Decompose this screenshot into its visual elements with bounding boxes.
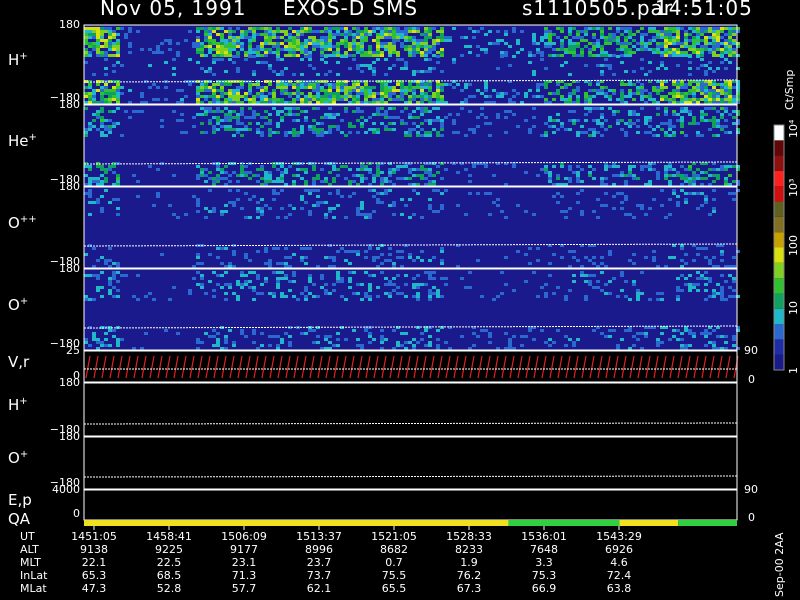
table-cell: 4.6 (610, 556, 628, 569)
panel-label-v_r: V,r (8, 352, 30, 371)
table-cell: 1513:37 (296, 530, 342, 543)
table-cell: 3.3 (535, 556, 553, 569)
table-cell: 62.1 (306, 582, 332, 595)
table-cell: 7648 (530, 543, 558, 556)
tick-top-h_plus_2: 180 (59, 376, 80, 389)
table-cell: 66.9 (531, 582, 557, 595)
panel-bg-o_plus (84, 269, 737, 350)
tick-top-o_plus: 180 (59, 262, 80, 275)
right-tick-top-e_p: 90 (744, 483, 758, 496)
table-cell: 1.9 (460, 556, 478, 569)
colorbar-swatch-12 (774, 170, 784, 187)
colorbar-swatch-0 (774, 354, 784, 370)
table-cell: 9225 (155, 543, 183, 556)
table-cell: 22.5 (156, 556, 182, 569)
panel-label-o_plus_2: O+ (8, 449, 29, 467)
table-cell: 6926 (605, 543, 633, 556)
tick-bottom-e_p: 0 (73, 507, 80, 520)
table-cell: 71.3 (231, 569, 257, 582)
table-cell: 1521:05 (371, 530, 417, 543)
table-row-label: ALT (20, 543, 39, 556)
table-cell: 63.8 (606, 582, 632, 595)
panel-bg-h_plus_2 (84, 383, 737, 436)
qa-segment-3 (678, 520, 737, 526)
right-tick-top-v_r: 90 (744, 344, 758, 357)
colorbar-swatch-8 (774, 232, 784, 248)
panel-label-e_p: E,p (8, 491, 32, 509)
table-cell: 1528:33 (446, 530, 492, 543)
panel-label-o_plus: O+ (8, 295, 29, 314)
table-cell: 57.7 (231, 582, 257, 595)
colorbar-unit-label: Ct/Smp (783, 69, 796, 110)
table-cell: 8996 (305, 543, 333, 556)
table-cell: 1506:09 (221, 530, 267, 543)
tick-top-he_plus: 180 (59, 98, 80, 111)
table-cell: 0.7 (385, 556, 403, 569)
colorbar-swatch-9 (774, 216, 784, 233)
colorbar-swatch-11 (774, 186, 784, 202)
tick-top-e_p: 4000 (52, 483, 80, 496)
colorbar-swatch-4 (774, 293, 784, 309)
footer-vertical-text: Sep-00 2AA (773, 532, 786, 597)
table-row-label: InLat (20, 569, 48, 582)
table-cell: 75.5 (381, 569, 407, 582)
table-cell: 8682 (380, 543, 408, 556)
colorbar-tick-label: 10⁴ (787, 119, 800, 138)
colorbar-swatch-2 (774, 324, 784, 340)
qa-label: QA (8, 510, 31, 528)
colorbar-swatch-15 (774, 125, 784, 141)
table-cell: 68.5 (156, 569, 182, 582)
table-cell: 9177 (230, 543, 258, 556)
qa-segment-1 (508, 520, 620, 526)
table-cell: 23.7 (306, 556, 332, 569)
panel-label-he_plus: He+ (8, 131, 37, 150)
table-cell: 76.2 (456, 569, 482, 582)
tick-top-o_plus_2: 180 (59, 430, 80, 443)
panel-label-h_plus: H+ (8, 50, 28, 69)
colorbar-tick-label: 100 (787, 234, 800, 256)
colorbar-swatch-7 (774, 247, 784, 263)
table-cell: 47.3 (81, 582, 107, 595)
table-cell: 1458:41 (146, 530, 192, 543)
tick-top-o_plus_plus: 180 (59, 180, 80, 193)
table-cell: 67.3 (456, 582, 482, 595)
colorbar-swatch-13 (774, 155, 784, 171)
panel-label-h_plus_2: H+ (8, 395, 28, 414)
table-cell: 22.1 (81, 556, 107, 569)
table-cell: 72.4 (606, 569, 632, 582)
panel-bg-e_p (84, 490, 737, 520)
tick-top-v_r: 25 (66, 344, 80, 357)
panel-label-o_plus_plus: O++ (8, 213, 37, 232)
colorbar-swatch-5 (774, 278, 784, 294)
table-cell: 65.3 (81, 569, 107, 582)
colorbar-tick-label: 10 (787, 300, 800, 315)
colorbar-tick-label: 1 (787, 367, 800, 374)
table-cell: 23.1 (231, 556, 257, 569)
table-cell: 75.3 (531, 569, 557, 582)
colorbar-swatch-6 (774, 262, 784, 279)
table-cell: 9138 (80, 543, 108, 556)
table-cell: 1536:01 (521, 530, 567, 543)
table-cell: 1543:29 (596, 530, 642, 543)
right-tick-bottom-v_r: 0 (748, 373, 755, 386)
qa-segment-2 (619, 520, 679, 526)
panel-bg-o_plus_2 (84, 437, 737, 489)
table-cell: 65.5 (381, 582, 407, 595)
colorbar-swatch-3 (774, 308, 784, 325)
spectrogram-plot (83, 24, 785, 530)
tick-top-h_plus: 180 (59, 18, 80, 31)
colorbar-swatch-14 (774, 140, 784, 156)
colorbar-swatch-1 (774, 339, 784, 355)
right-tick-bottom-e_p: 0 (748, 511, 755, 524)
table-row-label: MLat (20, 582, 47, 595)
qa-segment-0 (84, 520, 509, 526)
table-row-label: MLT (20, 556, 41, 569)
table-cell: 1451:05 (71, 530, 117, 543)
colorbar-swatch-10 (774, 201, 784, 217)
table-cell: 73.7 (306, 569, 332, 582)
table-cell: 8233 (455, 543, 483, 556)
colorbar-tick-label: 10³ (787, 178, 800, 197)
table-row-label: UT (20, 530, 35, 543)
table-cell: 52.8 (156, 582, 182, 595)
